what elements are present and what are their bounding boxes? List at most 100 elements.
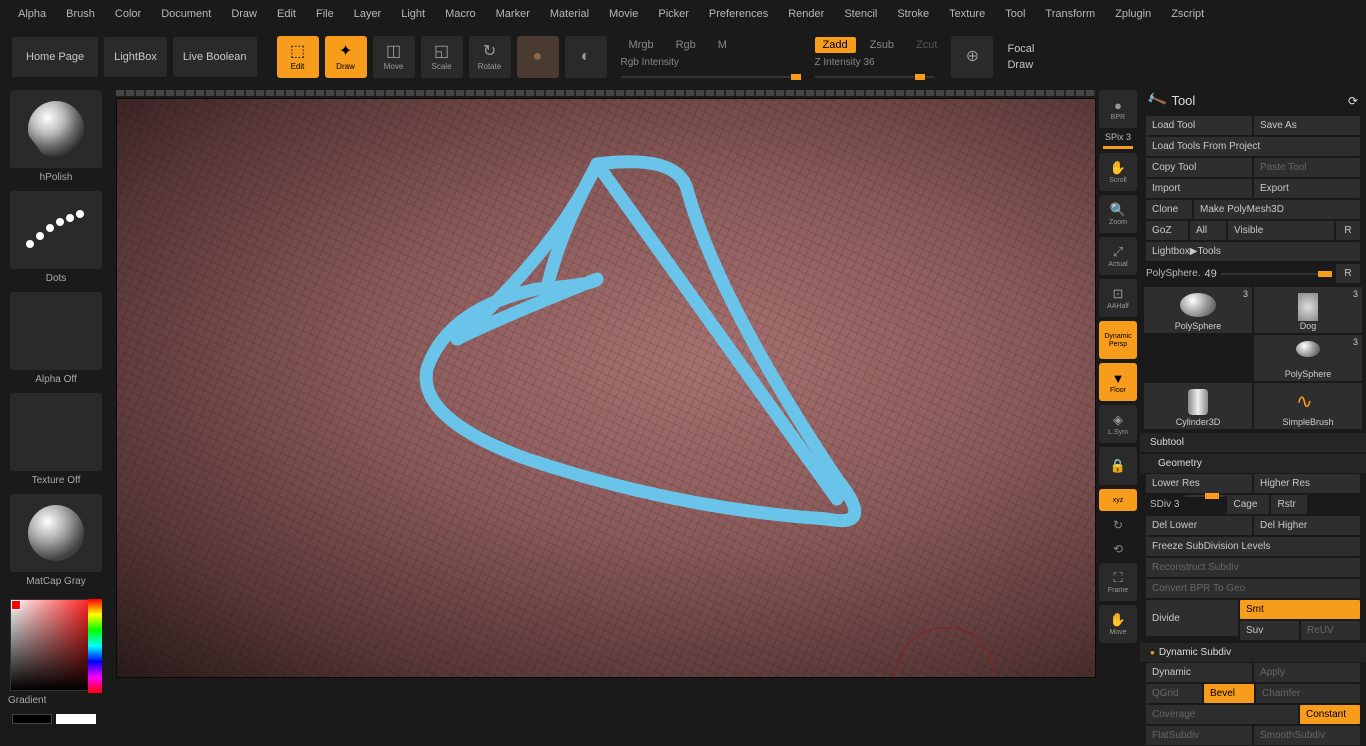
load-tool-button[interactable]: Load Tool xyxy=(1146,116,1252,135)
goz-visible-button[interactable]: Visible xyxy=(1228,221,1334,240)
subtool-dog[interactable]: 3Dog xyxy=(1254,287,1362,333)
freeze-subdiv-button[interactable]: Freeze SubDivision Levels xyxy=(1146,537,1360,556)
reuv-button[interactable]: ReUV xyxy=(1301,621,1360,640)
polysphere-r-button[interactable]: R xyxy=(1336,264,1360,283)
actual-button[interactable]: ⤢Actual xyxy=(1099,237,1137,275)
color-picker[interactable] xyxy=(10,599,102,691)
suv-button[interactable]: Suv xyxy=(1240,621,1299,640)
menu-transform[interactable]: Transform xyxy=(1035,4,1105,24)
save-as-button[interactable]: Save As xyxy=(1254,116,1360,135)
flat-subdiv-button[interactable]: FlatSubdiv xyxy=(1146,726,1252,745)
menu-color[interactable]: Color xyxy=(105,4,151,24)
z-intensity-slider[interactable] xyxy=(815,76,935,78)
smt-button[interactable]: Smt xyxy=(1240,600,1360,619)
frame-button[interactable]: ⛶Frame xyxy=(1099,563,1137,601)
spix-slider[interactable] xyxy=(1103,146,1133,149)
material-thumb[interactable] xyxy=(10,494,102,572)
viewport-3d[interactable] xyxy=(116,98,1096,678)
m-button[interactable]: M xyxy=(710,37,735,53)
menu-stencil[interactable]: Stencil xyxy=(834,4,887,24)
smooth-subdiv-button[interactable]: SmoothSubdiv xyxy=(1254,726,1360,745)
zoom-button[interactable]: 🔍Zoom xyxy=(1099,195,1137,233)
menu-layer[interactable]: Layer xyxy=(344,4,392,24)
del-higher-button[interactable]: Del Higher xyxy=(1254,516,1360,535)
rgb-intensity-slider[interactable] xyxy=(621,76,801,78)
copy-tool-button[interactable]: Copy Tool xyxy=(1146,158,1252,177)
menu-movie[interactable]: Movie xyxy=(599,4,648,24)
menu-tool[interactable]: Tool xyxy=(995,4,1035,24)
cage-button[interactable]: Cage xyxy=(1227,495,1269,514)
move-mode-button[interactable]: ◫Move xyxy=(373,36,415,78)
load-project-button[interactable]: Load Tools From Project xyxy=(1146,137,1360,156)
zadd-button[interactable]: Zadd xyxy=(815,37,856,53)
subtool-header[interactable]: Subtool xyxy=(1140,433,1366,452)
menu-preferences[interactable]: Preferences xyxy=(699,4,778,24)
lightbox-tools-button[interactable]: Lightbox▶Tools xyxy=(1146,242,1360,261)
export-button[interactable]: Export xyxy=(1254,179,1360,198)
menu-file[interactable]: File xyxy=(306,4,344,24)
refresh-icon[interactable]: ⟳ xyxy=(1348,94,1358,108)
gyro-button[interactable]: ⊕ xyxy=(951,36,993,78)
sdiv-slider[interactable] xyxy=(1185,495,1225,497)
chamfer-button[interactable]: Chamfer xyxy=(1256,684,1360,703)
make-polymesh-button[interactable]: Make PolyMesh3D xyxy=(1194,200,1360,219)
aahalf-button[interactable]: ⊡AAHalf xyxy=(1099,279,1137,317)
rgb-button[interactable]: Rgb xyxy=(668,37,704,53)
menu-light[interactable]: Light xyxy=(391,4,435,24)
live-boolean-button[interactable]: Live Boolean xyxy=(173,37,257,77)
zsub-button[interactable]: Zsub xyxy=(862,37,902,53)
texture-thumb[interactable] xyxy=(10,393,102,471)
menu-document[interactable]: Document xyxy=(151,4,221,24)
reconstruct-button[interactable]: Reconstruct Subdiv xyxy=(1146,558,1360,577)
goz-button[interactable]: GoZ xyxy=(1146,221,1188,240)
menu-picker[interactable]: Picker xyxy=(648,4,699,24)
goz-all-button[interactable]: All xyxy=(1190,221,1226,240)
menu-draw[interactable]: Draw xyxy=(221,4,267,24)
menu-marker[interactable]: Marker xyxy=(486,4,540,24)
menu-alpha[interactable]: Alpha xyxy=(8,4,56,24)
persp-button[interactable]: DynamicPersp xyxy=(1099,321,1137,359)
menu-material[interactable]: Material xyxy=(540,4,599,24)
bpr-button[interactable]: ●BPR xyxy=(1099,90,1137,128)
goz-r-button[interactable]: R xyxy=(1336,221,1360,240)
rotate-y-button[interactable]: ↻ xyxy=(1103,515,1133,535)
lightbox-button[interactable]: LightBox xyxy=(104,37,167,77)
menu-brush[interactable]: Brush xyxy=(56,4,105,24)
geometry-header[interactable]: Geometry xyxy=(1140,454,1366,473)
tool-panel-header[interactable]: 🔨 Tool ⟳ xyxy=(1140,86,1366,115)
rstr-button[interactable]: Rstr xyxy=(1271,495,1307,514)
home-page-button[interactable]: Home Page xyxy=(12,37,98,77)
xyz-button[interactable]: xyz xyxy=(1099,489,1137,511)
mrgb-button[interactable]: Mrgb xyxy=(621,37,662,53)
menu-zplugin[interactable]: Zplugin xyxy=(1105,4,1161,24)
subtool-simplebrush[interactable]: ∿SimpleBrush xyxy=(1254,383,1362,429)
subtool-cylinder[interactable]: Cylinder3D xyxy=(1144,383,1252,429)
menu-zscript[interactable]: Zscript xyxy=(1161,4,1214,24)
hue-bar[interactable] xyxy=(88,599,102,693)
scroll-button[interactable]: ✋Scroll xyxy=(1099,153,1137,191)
paste-tool-button[interactable]: Paste Tool xyxy=(1254,158,1360,177)
swatch-black[interactable] xyxy=(12,714,52,724)
brush-thumb[interactable] xyxy=(10,90,102,168)
zcut-button[interactable]: Zcut xyxy=(908,37,945,53)
menu-texture[interactable]: Texture xyxy=(939,4,995,24)
color-marker[interactable] xyxy=(11,600,21,610)
lower-res-button[interactable]: Lower Res xyxy=(1146,474,1252,493)
lock-button[interactable]: 🔒 xyxy=(1099,447,1137,485)
menu-render[interactable]: Render xyxy=(778,4,834,24)
scale-mode-button[interactable]: ◱Scale xyxy=(421,36,463,78)
convert-bpr-button[interactable]: Convert BPR To Geo xyxy=(1146,579,1360,598)
rotate-z-button[interactable]: ⟲ xyxy=(1103,539,1133,559)
floor-button[interactable]: ▼Floor xyxy=(1099,363,1137,401)
qgrid-button[interactable]: QGrid xyxy=(1146,684,1202,703)
swatch-white[interactable] xyxy=(56,714,96,724)
menu-stroke[interactable]: Stroke xyxy=(887,4,939,24)
stroke-thumb[interactable] xyxy=(10,191,102,269)
divide-button[interactable]: Divide xyxy=(1146,600,1238,636)
sculpt-ring-button[interactable]: ◐ xyxy=(565,36,607,78)
rotate-mode-button[interactable]: ↻Rotate xyxy=(469,36,511,78)
menu-edit[interactable]: Edit xyxy=(267,4,306,24)
bevel-button[interactable]: Bevel xyxy=(1204,684,1254,703)
del-lower-button[interactable]: Del Lower xyxy=(1146,516,1252,535)
draw-mode-button[interactable]: ✦Draw xyxy=(325,36,367,78)
